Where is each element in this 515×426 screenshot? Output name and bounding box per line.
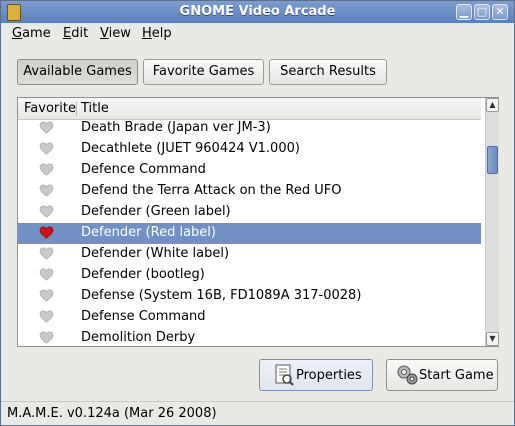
heart-empty-icon[interactable] bbox=[39, 142, 54, 155]
heart-empty-icon[interactable] bbox=[39, 289, 54, 302]
heart-empty-icon[interactable] bbox=[39, 247, 54, 260]
close-button[interactable]: ✕ bbox=[492, 4, 508, 20]
menu-edit[interactable]: Edit bbox=[63, 26, 88, 41]
scroll-thumb[interactable] bbox=[487, 146, 498, 174]
games-list: Favorite Title Death Brade (Japan ver JM… bbox=[17, 97, 499, 347]
scroll-up-arrow[interactable]: ▲ bbox=[486, 98, 499, 112]
game-title: Defense (System 16B, FD1089A 317-0028) bbox=[81, 288, 362, 303]
menu-bar: Game Edit View Help bbox=[1, 23, 514, 45]
heart-empty-icon[interactable] bbox=[39, 184, 54, 197]
tab-available-games[interactable]: Available Games bbox=[17, 59, 138, 85]
table-row[interactable]: Defense (System 16B, FD1089A 317-0028) bbox=[18, 286, 481, 307]
properties-label: Properties bbox=[296, 368, 362, 383]
table-row[interactable]: Decathlete (JUET 960424 V1.000) bbox=[18, 139, 481, 160]
menu-view[interactable]: View bbox=[100, 26, 131, 41]
table-row[interactable]: Defender (White label) bbox=[18, 244, 481, 265]
status-bar: M.A.M.E. v0.124a (Mar 26 2008) bbox=[1, 401, 514, 426]
game-title: Decathlete (JUET 960424 V1.000) bbox=[81, 141, 300, 156]
properties-button[interactable]: Properties bbox=[259, 359, 373, 391]
menu-game[interactable]: Game bbox=[12, 26, 51, 41]
gears-icon bbox=[397, 365, 418, 385]
scroll-down-arrow[interactable]: ▼ bbox=[486, 332, 499, 346]
heart-empty-icon[interactable] bbox=[39, 205, 54, 218]
title-bar[interactable]: GNOME Video Arcade ▁ □ ✕ bbox=[1, 1, 514, 23]
heart-filled-icon[interactable] bbox=[39, 226, 54, 239]
maximize-button[interactable]: □ bbox=[474, 4, 490, 20]
main-window: GNOME Video Arcade ▁ □ ✕ Game Edit View … bbox=[0, 0, 515, 426]
list-header: Favorite Title bbox=[18, 98, 481, 120]
table-row[interactable]: Death Brade (Japan ver JM-3) bbox=[18, 120, 481, 139]
minimize-button[interactable]: ▁ bbox=[456, 4, 472, 20]
table-row[interactable]: Defence Command bbox=[18, 160, 481, 181]
list-rows: Death Brade (Japan ver JM-3) Decathlete (… bbox=[18, 120, 481, 346]
start-game-label: Start Game bbox=[419, 368, 494, 383]
table-row[interactable]: Defend the Terra Attack on the Red UFO bbox=[18, 181, 481, 202]
game-title: Defend the Terra Attack on the Red UFO bbox=[81, 183, 342, 198]
tab-favorite-games[interactable]: Favorite Games bbox=[143, 59, 264, 85]
column-title[interactable]: Title bbox=[81, 101, 109, 116]
heart-empty-icon[interactable] bbox=[39, 310, 54, 323]
table-row[interactable]: Demolition Derby bbox=[18, 328, 481, 346]
menu-help[interactable]: Help bbox=[142, 26, 172, 41]
heart-empty-icon[interactable] bbox=[39, 121, 54, 134]
game-title: Defender (White label) bbox=[81, 246, 230, 261]
properties-icon bbox=[275, 364, 294, 386]
tab-search-results[interactable]: Search Results bbox=[269, 59, 387, 85]
table-row[interactable]: Defense Command bbox=[18, 307, 481, 328]
heart-empty-icon[interactable] bbox=[39, 163, 54, 176]
game-title: Defender (bootleg) bbox=[81, 267, 205, 282]
window-title: GNOME Video Arcade bbox=[179, 4, 336, 19]
table-row[interactable]: Defender (Green label) bbox=[18, 202, 481, 223]
heart-empty-icon[interactable] bbox=[39, 331, 54, 344]
table-row[interactable]: Defender (bootleg) bbox=[18, 265, 481, 286]
game-title: Death Brade (Japan ver JM-3) bbox=[81, 120, 271, 135]
table-row[interactable]: Defender (Red label) bbox=[18, 223, 481, 244]
vertical-scrollbar[interactable]: ▲ ▼ bbox=[485, 98, 499, 346]
game-title: Defence Command bbox=[81, 162, 206, 177]
game-title: Defense Command bbox=[81, 309, 206, 324]
game-title: Defender (Green label) bbox=[81, 204, 231, 219]
game-title: Defender (Red label) bbox=[81, 225, 216, 240]
heart-empty-icon[interactable] bbox=[39, 268, 54, 281]
game-title: Demolition Derby bbox=[81, 330, 196, 345]
start-game-button[interactable]: Start Game bbox=[386, 359, 498, 391]
status-text: M.A.M.E. v0.124a (Mar 26 2008) bbox=[7, 406, 217, 421]
column-favorite[interactable]: Favorite bbox=[24, 101, 76, 116]
column-separator bbox=[76, 102, 77, 116]
